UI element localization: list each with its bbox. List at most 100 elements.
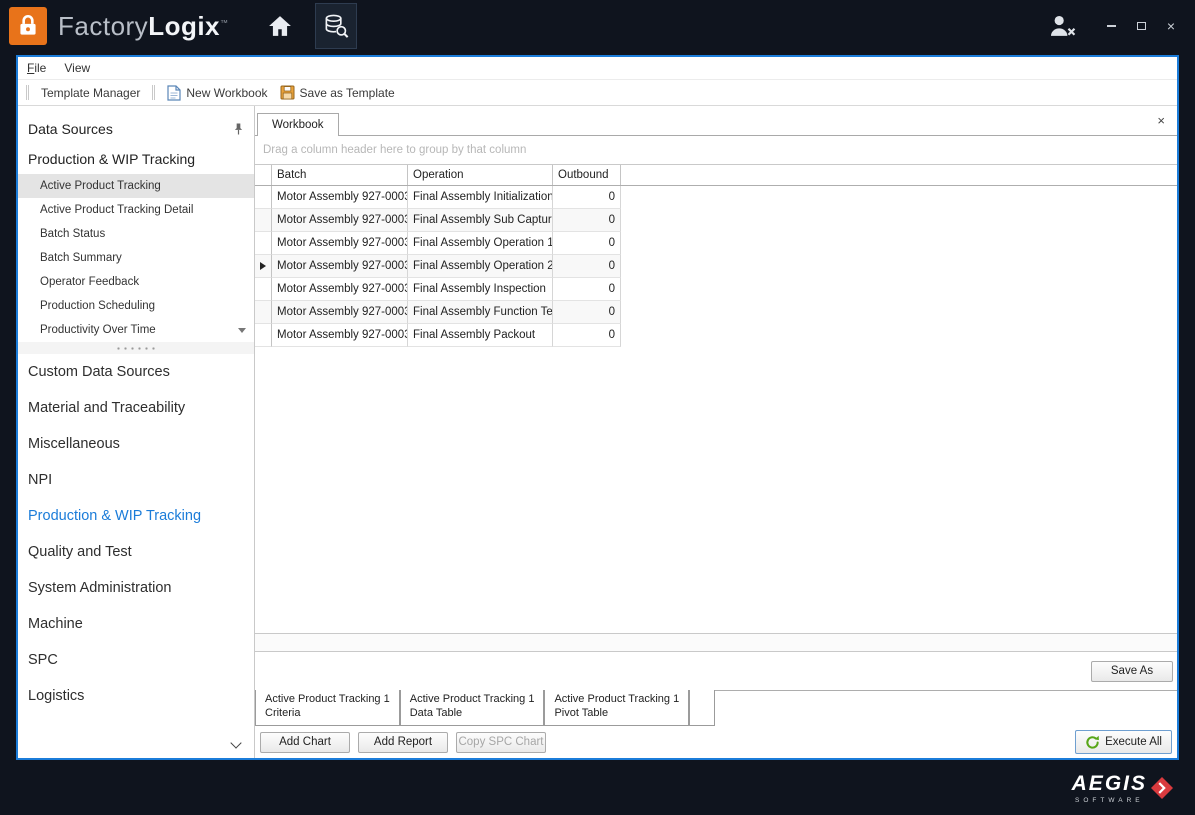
titlebar: FactoryLogix™ ×	[0, 0, 1195, 52]
table-row[interactable]: Motor Assembly 927-0003Final Assembly Pa…	[255, 324, 1177, 347]
sidebar-item-3[interactable]: Batch Status	[18, 222, 254, 246]
row-indicator-cell	[255, 324, 272, 347]
home-icon[interactable]	[259, 4, 301, 48]
table-cell: Final Assembly Operation 1	[408, 232, 553, 255]
sidebar-item-label: Productivity Over Time	[40, 324, 156, 336]
table-cell: Motor Assembly 927-0003	[272, 209, 408, 232]
new-workbook-button[interactable]: New Workbook	[161, 83, 273, 103]
row-indicator-cell	[255, 209, 272, 232]
table-row[interactable]: Motor Assembly 927-0003Final Assembly In…	[255, 278, 1177, 301]
save-as-button[interactable]: Save As	[1091, 661, 1173, 682]
data-source-section-label: Production & WIP Tracking	[18, 144, 254, 174]
aegis-logo: AEGIS SOFTWARE	[1072, 772, 1173, 804]
table-row[interactable]: Motor Assembly 927-0003Final Assembly Fu…	[255, 301, 1177, 324]
dropdown-caret-icon[interactable]	[238, 328, 246, 333]
grid-body: Motor Assembly 927-0003Final Assembly In…	[255, 186, 1177, 347]
header-indicator-cell	[255, 165, 272, 185]
titlebar-right: ×	[1043, 11, 1195, 41]
selected-row-arrow-icon	[260, 262, 266, 270]
app-title: FactoryLogix™	[58, 11, 229, 42]
aegis-subtitle: SOFTWARE	[1075, 797, 1144, 804]
sidebar-item-6[interactable]: Production Scheduling	[18, 294, 254, 318]
pin-icon[interactable]	[233, 122, 244, 136]
sidebar-item-4[interactable]: Batch Summary	[18, 246, 254, 270]
user-logout-icon[interactable]	[1043, 11, 1083, 41]
category-item-1[interactable]: Custom Data Sources	[18, 354, 254, 390]
menu-file[interactable]: File	[27, 61, 46, 75]
sidebar-item-label: Active Product Tracking	[40, 180, 161, 192]
category-item-2[interactable]: Material and Traceability	[18, 390, 254, 426]
row-indicator-cell	[255, 186, 272, 209]
lock-icon	[15, 13, 41, 39]
tab-close-icon[interactable]: ×	[1145, 113, 1177, 128]
group-by-panel[interactable]: Drag a column header here to group by th…	[255, 136, 1177, 165]
workbook-tabstrip: Workbook ×	[255, 106, 1177, 136]
chevron-down-icon[interactable]	[230, 737, 241, 748]
execute-all-button[interactable]: Execute All	[1075, 730, 1172, 754]
category-list: Custom Data SourcesMaterial and Traceabi…	[18, 354, 254, 714]
sidebar-item-2[interactable]: Active Product Tracking Detail	[18, 198, 254, 222]
factorylogix-logo-icon	[9, 7, 47, 45]
template-manager-button[interactable]: Template Manager	[35, 84, 146, 102]
column-header-1[interactable]: Batch	[272, 165, 408, 185]
bottom-tab-stub[interactable]	[689, 690, 715, 726]
table-cell: 0	[553, 186, 621, 209]
table-row[interactable]: Motor Assembly 927-0003Final Assembly Op…	[255, 255, 1177, 278]
column-header-2[interactable]: Operation	[408, 165, 553, 185]
data-sources-panel: Data Sources Production & WIP Tracking A…	[18, 106, 255, 758]
tab-workbook[interactable]: Workbook	[257, 113, 339, 136]
table-row[interactable]: Motor Assembly 927-0003Final Assembly In…	[255, 186, 1177, 209]
table-cell: Final Assembly Operation 2	[408, 255, 553, 278]
bottom-tabstrip: Active Product Tracking 1CriteriaActive …	[255, 690, 1177, 726]
data-source-query-icon[interactable]	[315, 3, 357, 49]
splitter-dots-icon	[115, 347, 157, 350]
close-icon[interactable]: ×	[1161, 16, 1181, 36]
save-as-row: Save As	[255, 652, 1177, 690]
row-indicator-cell	[255, 255, 272, 278]
category-item-5[interactable]: Production & WIP Tracking	[18, 498, 254, 534]
add-chart-button[interactable]: Add Chart	[260, 732, 350, 753]
menu-view[interactable]: View	[64, 61, 90, 75]
column-header-3[interactable]: Outbound	[553, 165, 621, 185]
add-report-button[interactable]: Add Report	[358, 732, 448, 753]
sidebar-item-label: Batch Status	[40, 228, 105, 240]
bottom-tab-line1: Active Product Tracking 1	[265, 693, 390, 707]
table-cell: Motor Assembly 927-0003	[272, 324, 408, 347]
bottom-tab-line2: Data Table	[410, 707, 535, 721]
splitter-handle[interactable]	[18, 342, 254, 354]
bottom-tab-line1: Active Product Tracking 1	[410, 693, 535, 707]
category-item-10[interactable]: Logistics	[18, 678, 254, 714]
bottom-tab-1[interactable]: Active Product Tracking 1Criteria	[255, 690, 400, 726]
floppy-disk-icon	[280, 85, 295, 100]
table-cell: Motor Assembly 927-0003	[272, 232, 408, 255]
category-item-6[interactable]: Quality and Test	[18, 534, 254, 570]
aegis-brand-text: AEGIS	[1072, 772, 1147, 796]
category-item-7[interactable]: System Administration	[18, 570, 254, 606]
row-indicator-cell	[255, 278, 272, 301]
table-cell: Final Assembly Packout	[408, 324, 553, 347]
sidebar-item-5[interactable]: Operator Feedback	[18, 270, 254, 294]
sidebar-item-1[interactable]: Active Product Tracking	[18, 174, 254, 198]
bottom-tab-line1: Active Product Tracking 1	[554, 693, 679, 707]
table-cell: Motor Assembly 927-0003	[272, 186, 408, 209]
save-as-template-button[interactable]: Save as Template	[274, 83, 401, 102]
sidebar-item-7[interactable]: Productivity Over Time	[18, 318, 254, 342]
window-controls: ×	[1101, 16, 1181, 36]
row-indicator-cell	[255, 301, 272, 324]
grid-empty-area	[255, 347, 1177, 633]
table-cell: Final Assembly Initialization	[408, 186, 553, 209]
category-item-4[interactable]: NPI	[18, 462, 254, 498]
table-row[interactable]: Motor Assembly 927-0003Final Assembly Su…	[255, 209, 1177, 232]
bottom-tab-3[interactable]: Active Product Tracking 1Pivot Table	[544, 690, 689, 726]
data-grid: BatchOperationOutbound Motor Assembly 92…	[255, 165, 1177, 652]
maximize-icon[interactable]	[1131, 16, 1151, 36]
bottom-tab-2[interactable]: Active Product Tracking 1Data Table	[400, 690, 545, 726]
table-cell: Final Assembly Inspection	[408, 278, 553, 301]
horizontal-scrollbar[interactable]	[255, 633, 1177, 652]
category-item-9[interactable]: SPC	[18, 642, 254, 678]
category-item-3[interactable]: Miscellaneous	[18, 426, 254, 462]
menubar: File View	[18, 57, 1177, 79]
category-item-8[interactable]: Machine	[18, 606, 254, 642]
table-row[interactable]: Motor Assembly 927-0003Final Assembly Op…	[255, 232, 1177, 255]
minimize-icon[interactable]	[1101, 16, 1121, 36]
